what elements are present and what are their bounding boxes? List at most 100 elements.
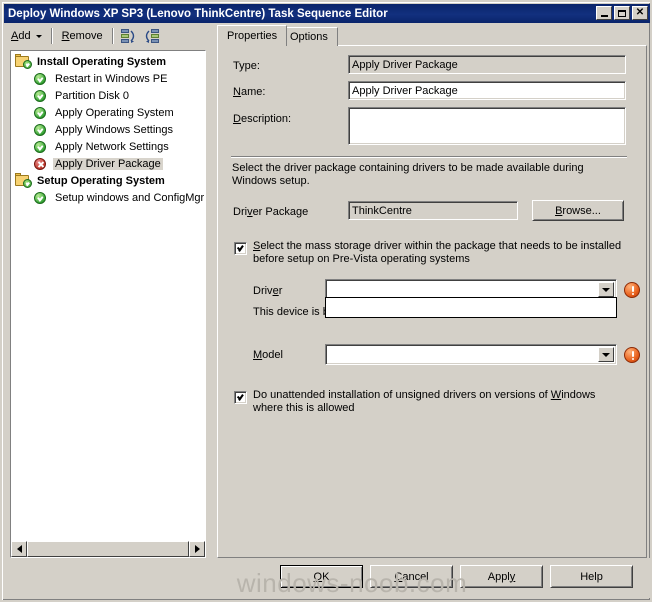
window-controls: ✕ xyxy=(596,6,648,20)
tree-item-label: Restart in Windows PE xyxy=(55,72,168,85)
checkmark-icon xyxy=(237,244,245,252)
mass-storage-text: Select the mass storage driver within th… xyxy=(253,240,628,266)
ok-button[interactable]: OK xyxy=(280,565,363,588)
minimize-icon xyxy=(600,15,608,17)
add-button-label: Add xyxy=(11,30,31,42)
red-error-icon xyxy=(33,156,49,171)
unattended-checkbox[interactable] xyxy=(234,391,247,404)
minimize-button[interactable] xyxy=(596,6,612,20)
tree-item[interactable]: Partition Disk 0 xyxy=(11,87,205,104)
tree-item[interactable]: Apply Driver Package xyxy=(11,155,205,172)
scrollbar-track[interactable] xyxy=(27,541,189,557)
unattended-line1: Do unattended installation of unsigned d… xyxy=(253,389,596,401)
tree-list: Install Operating System Restart in Windo… xyxy=(11,51,205,541)
close-icon: ✕ xyxy=(635,7,645,18)
green-check-icon xyxy=(33,190,49,205)
instruction-text: Select the driver package containing dri… xyxy=(232,162,584,187)
tree-item[interactable]: Setup windows and ConfigMgr xyxy=(11,189,205,206)
tree-item[interactable]: Apply Network Settings xyxy=(11,138,205,155)
unattended-line2: where this is allowed xyxy=(253,402,355,414)
type-field: Apply Driver Package xyxy=(348,55,626,74)
name-label: Name: xyxy=(233,86,266,98)
add-button[interactable]: Add xyxy=(5,26,48,47)
maximize-button[interactable] xyxy=(614,6,630,20)
toolbar-separator-2 xyxy=(111,28,114,44)
expand-tree-icon xyxy=(143,29,159,43)
section-divider xyxy=(231,156,627,158)
remove-button-label: Remove xyxy=(61,30,103,42)
description-input[interactable] xyxy=(348,107,626,145)
folder-check-icon xyxy=(15,173,32,188)
model-combo[interactable] xyxy=(325,344,617,365)
help-button[interactable]: Help xyxy=(550,565,633,588)
tree-horizontal-scrollbar[interactable] xyxy=(11,541,205,557)
collapse-tree-icon xyxy=(120,29,137,43)
scrollbar-thumb[interactable] xyxy=(27,541,189,557)
description-label: Description: xyxy=(233,113,292,125)
unattended-text: Do unattended installation of unsigned d… xyxy=(253,389,628,415)
task-sequence-editor-window: Deploy Windows XP SP3 (Lenovo ThinkCentr… xyxy=(0,0,652,602)
tree-item-label: Apply Network Settings xyxy=(55,140,169,153)
tree-item-label: Setup windows and ConfigMgr xyxy=(55,191,205,204)
chevron-down-icon xyxy=(602,287,610,292)
scroll-right-arrow-icon xyxy=(194,545,200,553)
apply-button[interactable]: Apply xyxy=(460,565,543,588)
green-check-icon xyxy=(33,71,49,86)
tab-properties[interactable]: Properties xyxy=(217,25,288,46)
apply-button-label: Apply xyxy=(487,570,516,583)
browse-button[interactable]: Browse... xyxy=(532,200,624,221)
scroll-left-arrow-icon xyxy=(16,545,22,553)
model-error-icon xyxy=(624,347,640,363)
tab-options-label: Options xyxy=(290,31,328,43)
model-combo-dropdown-button[interactable] xyxy=(598,347,614,362)
driver-package-label: Driver Package xyxy=(233,206,309,218)
folder-check-icon xyxy=(15,54,32,69)
title-bar: Deploy Windows XP SP3 (Lenovo ThinkCentr… xyxy=(4,4,650,23)
properties-tab-page: Type: Apply Driver Package Name: Apply D… xyxy=(217,45,647,558)
dialog-footer: OK Cancel Apply Help xyxy=(4,558,650,598)
expand-tree-button[interactable] xyxy=(141,27,161,45)
toolbar-separator-1 xyxy=(50,28,53,44)
tab-strip: Properties Options xyxy=(217,25,647,46)
cancel-button-label: Cancel xyxy=(394,570,429,583)
tree-item-label: Setup Operating System xyxy=(37,174,165,187)
tab-options[interactable]: Options xyxy=(280,27,338,46)
tree-item-label: Partition Disk 0 xyxy=(55,89,129,102)
browse-button-label: Browse... xyxy=(555,204,601,217)
green-check-icon xyxy=(33,139,49,154)
scroll-right-button[interactable] xyxy=(189,541,205,557)
collapse-tree-button[interactable] xyxy=(119,27,139,45)
tree-item[interactable]: Apply Operating System xyxy=(11,104,205,121)
tree-item-label: Apply Driver Package xyxy=(53,157,163,170)
tree-item[interactable]: Restart in Windows PE xyxy=(11,70,205,87)
close-button[interactable]: ✕ xyxy=(632,6,648,20)
tree-item-label: Apply Windows Settings xyxy=(55,123,173,136)
cancel-button[interactable]: Cancel xyxy=(370,565,453,588)
green-check-icon xyxy=(33,88,49,103)
driver-combo-dropdown-list[interactable] xyxy=(325,297,617,318)
driver-error-icon xyxy=(624,282,640,298)
editor-toolbar: Add Remove xyxy=(5,25,210,47)
tree-item-label: Install Operating System xyxy=(37,55,166,68)
mass-storage-line2: before setup on Pre-Vista operating syst… xyxy=(253,253,470,265)
tree-item-label: Apply Operating System xyxy=(55,106,174,119)
checkmark-icon xyxy=(237,393,245,401)
tab-properties-label: Properties xyxy=(227,30,278,42)
tree-item[interactable]: Setup Operating System xyxy=(11,172,205,189)
green-check-icon xyxy=(33,122,49,137)
driver-combo-dropdown-button[interactable] xyxy=(598,282,614,297)
maximize-icon xyxy=(618,9,626,17)
name-input[interactable]: Apply Driver Package xyxy=(348,81,626,100)
task-sequence-tree[interactable]: Install Operating System Restart in Windo… xyxy=(10,50,206,558)
model-label: Model xyxy=(253,349,283,361)
type-label: Type: xyxy=(233,60,260,72)
mass-storage-checkbox[interactable] xyxy=(234,242,247,255)
tree-item[interactable]: Install Operating System xyxy=(11,53,205,70)
chevron-down-icon xyxy=(602,352,610,357)
tree-item[interactable]: Apply Windows Settings xyxy=(11,121,205,138)
chevron-down-icon xyxy=(35,34,42,38)
remove-button[interactable]: Remove xyxy=(56,26,109,47)
scroll-left-button[interactable] xyxy=(11,541,27,557)
driver-package-field: ThinkCentre xyxy=(348,201,518,220)
ok-button-label: OK xyxy=(313,570,330,583)
